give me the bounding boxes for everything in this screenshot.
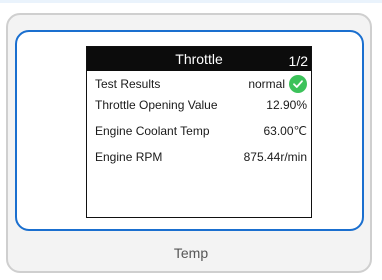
status-value: normal <box>248 77 285 91</box>
row-value: 12.90% <box>266 98 307 112</box>
row-value: 875.44r/min <box>243 150 307 164</box>
card-caption: Temp <box>173 245 209 261</box>
row-label: Engine RPM <box>95 150 163 164</box>
status-group: normal <box>248 75 307 93</box>
page: Throttle 1/2 Test Results normal Throttl… <box>0 0 382 280</box>
check-circle-icon <box>289 75 307 93</box>
row-value: 63.00℃ <box>263 124 307 138</box>
row-label: Throttle Opening Value <box>95 98 218 112</box>
row-test-results: Test Results normal <box>87 75 311 93</box>
top-divider <box>0 0 382 3</box>
row-engine-rpm: Engine RPM 875.44r/min <box>87 148 311 166</box>
screen-header: Throttle 1/2 <box>87 47 311 71</box>
row-throttle-opening: Throttle Opening Value 12.90% <box>87 96 311 114</box>
row-label: Test Results <box>95 77 161 91</box>
page-indicator: 1/2 <box>288 53 308 69</box>
screen-title: Throttle <box>175 51 223 67</box>
device-screen: Throttle 1/2 Test Results normal Throttl… <box>86 46 312 218</box>
row-coolant-temp: Engine Coolant Temp 63.00℃ <box>87 122 311 140</box>
row-label: Engine Coolant Temp <box>95 124 210 138</box>
